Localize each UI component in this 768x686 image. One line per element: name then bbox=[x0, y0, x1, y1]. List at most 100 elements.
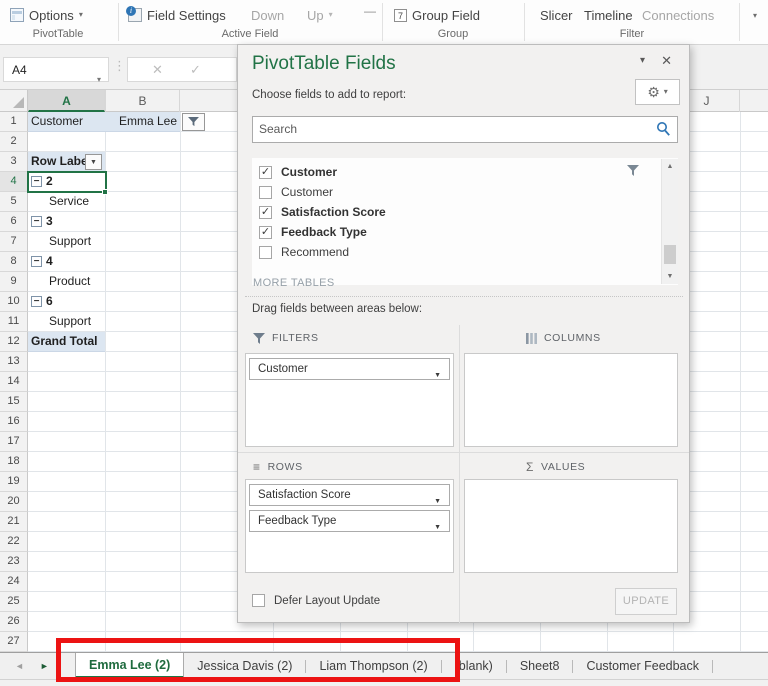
scrollbar-thumb[interactable] bbox=[664, 245, 676, 264]
row-header-14[interactable]: 14 bbox=[0, 372, 28, 392]
collapse-button[interactable]: − bbox=[31, 256, 42, 267]
row-header-5[interactable]: 5 bbox=[0, 192, 28, 212]
row-header-11[interactable]: 11 bbox=[0, 312, 28, 332]
filter-connections-button[interactable]: Connections bbox=[638, 3, 718, 27]
row-header-12[interactable]: 12 bbox=[0, 332, 28, 352]
field-settings-button[interactable]: i Field Settings bbox=[124, 3, 230, 27]
columns-drop-area[interactable] bbox=[464, 353, 678, 447]
field-item-customer[interactable]: Customer bbox=[252, 182, 639, 202]
field-checkbox[interactable]: ✓ bbox=[259, 226, 272, 239]
cell-A12[interactable]: Grand Total bbox=[28, 332, 105, 352]
column-header-B[interactable]: B bbox=[105, 90, 180, 112]
drill-up-button[interactable]: Up ▾ bbox=[303, 3, 337, 27]
sheet-tab--blank-[interactable]: (blank) bbox=[442, 653, 506, 679]
search-input[interactable]: Search bbox=[252, 116, 678, 143]
row-header-23[interactable]: 23 bbox=[0, 552, 28, 572]
update-button[interactable]: UPDATE bbox=[615, 588, 677, 615]
close-icon[interactable]: ✕ bbox=[661, 53, 672, 69]
row-header-6[interactable]: 6 bbox=[0, 212, 28, 232]
column-header-A[interactable]: A bbox=[28, 90, 105, 112]
cancel-icon[interactable]: ✕ bbox=[152, 62, 163, 78]
row-header-15[interactable]: 15 bbox=[0, 392, 28, 412]
insert-timeline-button[interactable]: Timeline bbox=[580, 3, 637, 27]
row-header-7[interactable]: 7 bbox=[0, 232, 28, 252]
row-header-19[interactable]: 19 bbox=[0, 472, 28, 492]
row-header-13[interactable]: 13 bbox=[0, 352, 28, 372]
collapse-button[interactable]: − bbox=[31, 296, 42, 307]
row-header-18[interactable]: 18 bbox=[0, 452, 28, 472]
row-header-16[interactable]: 16 bbox=[0, 412, 28, 432]
field-checkbox[interactable] bbox=[259, 186, 272, 199]
row-header-17[interactable]: 17 bbox=[0, 432, 28, 452]
filters-drop-area[interactable]: Customer▼ bbox=[245, 353, 454, 447]
chevron-down-icon[interactable]: ▼ bbox=[434, 518, 441, 538]
field-item-feedback-type[interactable]: ✓Feedback Type bbox=[252, 222, 639, 242]
defer-checkbox[interactable] bbox=[252, 594, 265, 607]
next-sheet-icon[interactable]: ► bbox=[40, 661, 49, 671]
column-filter-button[interactable] bbox=[182, 113, 205, 131]
area-chip-satisfaction-score[interactable]: Satisfaction Score▼ bbox=[249, 484, 450, 506]
row-header-26[interactable]: 26 bbox=[0, 612, 28, 632]
collapse-button[interactable]: − bbox=[31, 216, 42, 227]
drill-down-button[interactable]: Down bbox=[247, 3, 288, 27]
chevron-down-icon[interactable]: ▼ bbox=[434, 366, 441, 386]
options-button[interactable]: Options ▾ bbox=[6, 3, 87, 27]
area-chip-customer[interactable]: Customer▼ bbox=[249, 358, 450, 380]
more-tables-link[interactable]: MORE TABLES bbox=[253, 277, 335, 286]
sheet-tab-liam-thompson-2-[interactable]: Liam Thompson (2) bbox=[306, 653, 440, 679]
row-header-9[interactable]: 9 bbox=[0, 272, 28, 292]
cell-A6[interactable]: −3 bbox=[28, 212, 105, 232]
field-item-customer[interactable]: ✓Customer bbox=[252, 162, 639, 182]
cell-A7[interactable]: Support bbox=[28, 232, 105, 252]
name-box[interactable]: A4 ▾ bbox=[3, 57, 109, 82]
cell-A11[interactable]: Support bbox=[28, 312, 105, 332]
row-header-2[interactable]: 2 bbox=[0, 132, 28, 152]
sheet-tab-jessica-davis-2-[interactable]: Jessica Davis (2) bbox=[184, 653, 305, 679]
cell-A1[interactable]: Customer bbox=[28, 112, 105, 132]
select-all-corner[interactable] bbox=[0, 90, 28, 112]
field-list-scrollbar[interactable]: ▲ ▼ bbox=[661, 159, 678, 284]
row-header-22[interactable]: 22 bbox=[0, 532, 28, 552]
field-item-recommend[interactable]: Recommend bbox=[252, 242, 639, 262]
sheet-tab-sheet8[interactable]: Sheet8 bbox=[507, 653, 573, 679]
sheet-tab-customer-feedback[interactable]: Customer Feedback bbox=[573, 653, 712, 679]
field-checkbox[interactable]: ✓ bbox=[259, 166, 272, 179]
row-header-27[interactable]: 27 bbox=[0, 632, 28, 652]
field-checkbox[interactable] bbox=[259, 246, 272, 259]
row-header-21[interactable]: 21 bbox=[0, 512, 28, 532]
group-field-button[interactable]: 7 Group Field bbox=[390, 3, 484, 27]
cell-A9[interactable]: Product bbox=[28, 272, 105, 292]
cell-A8[interactable]: −4 bbox=[28, 252, 105, 272]
row-header-1[interactable]: 1 bbox=[0, 112, 28, 132]
field-checkbox[interactable]: ✓ bbox=[259, 206, 272, 219]
fill-handle[interactable] bbox=[102, 189, 108, 195]
sheet-tab-emma-lee-2-[interactable]: Emma Lee (2) bbox=[75, 653, 184, 679]
scroll-up-icon[interactable]: ▲ bbox=[662, 163, 678, 170]
row-header-25[interactable]: 25 bbox=[0, 592, 28, 612]
cell-B1[interactable]: Emma Lee bbox=[105, 112, 180, 132]
row-labels-dropdown-button[interactable]: ▼ bbox=[85, 154, 102, 170]
rows-drop-area[interactable]: Satisfaction Score▼ Feedback Type▼ bbox=[245, 479, 454, 573]
area-chip-feedback-type[interactable]: Feedback Type▼ bbox=[249, 510, 450, 532]
row-header-10[interactable]: 10 bbox=[0, 292, 28, 312]
chevron-down-icon[interactable]: ▼ bbox=[434, 492, 441, 512]
field-item-satisfaction-score[interactable]: ✓Satisfaction Score bbox=[252, 202, 639, 222]
values-drop-area[interactable] bbox=[464, 479, 678, 573]
name-box-value: A4 bbox=[12, 63, 27, 77]
row-header-24[interactable]: 24 bbox=[0, 572, 28, 592]
row-header-4[interactable]: 4 bbox=[0, 172, 28, 192]
ribbon-overflow-icon[interactable]: ▾ bbox=[753, 12, 757, 20]
insert-slicer-button[interactable]: Slicer bbox=[536, 3, 577, 27]
row-header-3[interactable]: 3 bbox=[0, 152, 28, 172]
prev-sheet-icon[interactable]: ◄ bbox=[15, 661, 24, 671]
cell-A5[interactable]: Service bbox=[28, 192, 105, 212]
cell-A10[interactable]: −6 bbox=[28, 292, 105, 312]
tools-button[interactable]: ⚙ ▾ bbox=[635, 79, 680, 105]
field-settings-label: Field Settings bbox=[147, 8, 226, 23]
row-header-20[interactable]: 20 bbox=[0, 492, 28, 512]
scroll-down-icon[interactable]: ▼ bbox=[662, 273, 678, 280]
row-header-8[interactable]: 8 bbox=[0, 252, 28, 272]
enter-icon[interactable]: ✓ bbox=[190, 62, 201, 78]
pane-options-icon[interactable]: ▾ bbox=[640, 55, 645, 66]
chevron-down-icon[interactable]: ▾ bbox=[97, 67, 101, 92]
